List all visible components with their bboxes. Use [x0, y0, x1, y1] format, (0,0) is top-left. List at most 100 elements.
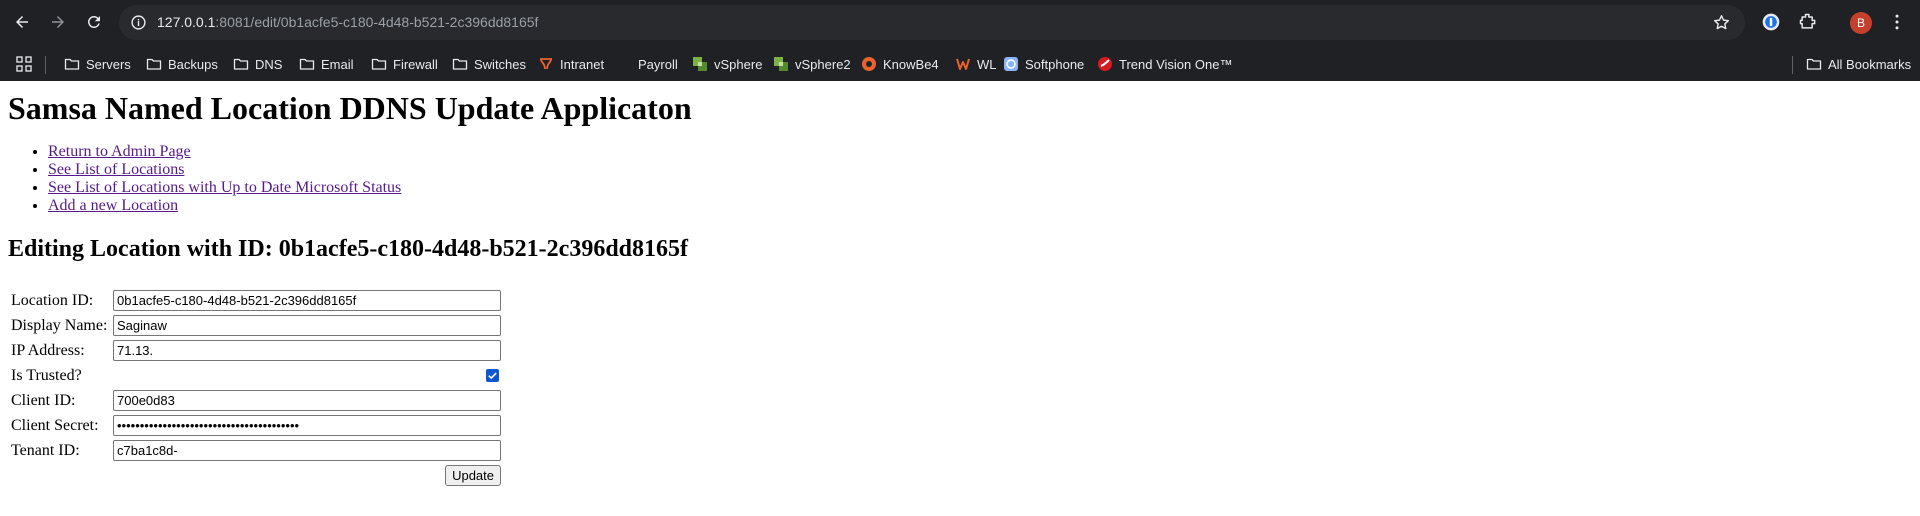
client-secret-field[interactable] [113, 415, 501, 436]
folder-icon [371, 58, 387, 70]
trend-icon [1098, 57, 1112, 71]
bookmark-label: WL [977, 56, 997, 72]
browser-menu-icon[interactable] [1886, 11, 1908, 33]
form-row: IP Address: [10, 339, 502, 362]
back-arrow-icon [16, 16, 28, 28]
location-id-field[interactable] [113, 290, 501, 311]
list-item: See List of Locations with Up to Date Mi… [48, 179, 1912, 197]
all-bookmarks-button[interactable]: All Bookmarks [1806, 54, 1911, 74]
is-trusted-checkbox[interactable] [486, 369, 499, 383]
folder-icon [233, 58, 249, 70]
client-secret-label: Client Secret: [11, 416, 99, 434]
url-path: :8081/edit/0b1acfe5-c180-4d48-b521-2c396… [215, 14, 539, 30]
bookmarks-divider [45, 56, 46, 74]
tenant-id-label: Tenant ID: [11, 441, 80, 459]
apps-grid-button[interactable] [16, 54, 38, 74]
forward-arrow-icon [52, 16, 64, 28]
bookmark-label: Trend Vision One™ [1119, 56, 1233, 72]
form-row: Display Name: [10, 314, 502, 337]
profile-avatar[interactable]: B [1850, 12, 1872, 34]
bookmark-label: Firewall [393, 56, 438, 72]
checkmark-icon [488, 372, 497, 380]
form-row: Is Trusted? [10, 364, 502, 387]
form-row: Update [10, 464, 502, 487]
bookmark-backups[interactable]: Backups [146, 54, 218, 74]
bookmark-wl[interactable]: WL [955, 54, 997, 74]
apps-grid-icon [16, 56, 32, 72]
extensions-icon[interactable] [1797, 11, 1819, 33]
browser-toolbar: 127.0.0.1:8081/edit/0b1acfe5-c180-4d48-b… [0, 0, 1920, 45]
forward-button[interactable] [43, 7, 73, 37]
vsphere-icon [693, 57, 707, 71]
knowbe4-icon [862, 57, 876, 71]
all-bookmarks-label: All Bookmarks [1828, 56, 1912, 72]
bookmark-label: Softphone [1025, 56, 1085, 72]
list-item: Add a new Location [48, 197, 1912, 215]
bookmark-knowbe4[interactable]: KnowBe4 [861, 54, 939, 74]
intranet-icon [540, 58, 552, 70]
bookmark-email[interactable]: Email [299, 54, 354, 74]
vsphere-icon [774, 57, 788, 71]
add-location-link[interactable]: Add a new Location [48, 197, 178, 214]
bookmark-payroll[interactable]: Payroll [638, 54, 678, 74]
ip-address-label: IP Address: [11, 341, 85, 359]
bookmark-dns[interactable]: DNS [233, 54, 282, 74]
bookmark-label: Switches [474, 56, 527, 72]
bookmark-label: vSphere2 [795, 56, 851, 72]
bookmark-firewall[interactable]: Firewall [371, 54, 438, 74]
list-locations-ms-status-link[interactable]: See List of Locations with Up to Date Mi… [48, 179, 401, 196]
bookmark-vsphere[interactable]: vSphere [692, 54, 762, 74]
bookmark-label: Servers [86, 56, 131, 72]
page-title: Samsa Named Location DDNS Update Applica… [8, 90, 692, 126]
bookmarks-bar: Servers Backups DNS Email Firewall Switc… [0, 45, 1920, 81]
display-name-label: Display Name: [11, 316, 108, 334]
bookmarks-divider [1792, 56, 1793, 74]
url-host: 127.0.0.1 [157, 14, 216, 30]
form-row: Client ID: [10, 389, 502, 412]
url-text[interactable]: 127.0.0.1:8081/edit/0b1acfe5-c180-4d48-b… [157, 14, 538, 30]
client-id-field[interactable] [113, 390, 501, 411]
nav-links: Return to Admin Page See List of Locatio… [8, 143, 1912, 215]
list-locations-link[interactable]: See List of Locations [48, 161, 184, 178]
password-manager-icon[interactable] [1760, 11, 1782, 33]
reload-icon [87, 15, 100, 28]
form-row: Client Secret: [10, 414, 502, 437]
bookmark-servers[interactable]: Servers [64, 54, 131, 74]
list-item: See List of Locations [48, 161, 1912, 179]
location-id-label: Location ID: [11, 291, 94, 309]
folder-icon [1806, 58, 1822, 70]
list-item: Return to Admin Page [48, 143, 1912, 161]
ip-address-field[interactable] [113, 340, 501, 361]
browser-chrome: 127.0.0.1:8081/edit/0b1acfe5-c180-4d48-b… [0, 0, 1920, 81]
wl-icon [956, 58, 970, 70]
form-table: Location ID: Display Name: IP Address: I… [8, 287, 504, 489]
bookmark-label: Intranet [560, 56, 605, 72]
folder-icon [452, 58, 468, 70]
folder-icon [64, 58, 80, 70]
return-to-admin-link[interactable]: Return to Admin Page [48, 143, 191, 160]
reload-button[interactable] [79, 7, 109, 37]
bookmark-switches[interactable]: Switches [452, 54, 526, 74]
folder-icon [146, 58, 162, 70]
form-row: Tenant ID: [10, 439, 502, 462]
bookmark-label: Payroll [638, 56, 678, 72]
update-button[interactable]: Update [445, 465, 501, 486]
tenant-id-field[interactable] [113, 440, 501, 461]
bookmark-softphone[interactable]: Softphone [1003, 54, 1084, 74]
bookmark-label: vSphere [714, 56, 763, 72]
bookmark-trend-vision-one[interactable]: Trend Vision One™ [1097, 54, 1232, 74]
site-info-icon[interactable] [130, 14, 147, 31]
bookmark-label: KnowBe4 [883, 56, 939, 72]
page-content: Samsa Named Location DDNS Update Applica… [0, 90, 1920, 489]
bookmark-label: Backups [168, 56, 218, 72]
bookmark-star-icon[interactable] [1712, 13, 1731, 32]
form-row: Location ID: [10, 289, 502, 312]
bookmark-label: DNS [255, 56, 283, 72]
address-bar[interactable]: 127.0.0.1:8081/edit/0b1acfe5-c180-4d48-b… [119, 5, 1745, 40]
back-button[interactable] [7, 7, 37, 37]
display-name-field[interactable] [113, 315, 501, 336]
bookmark-label: Email [321, 56, 354, 72]
bookmark-vsphere2[interactable]: vSphere2 [773, 54, 851, 74]
bookmark-intranet[interactable]: Intranet [538, 54, 604, 74]
is-trusted-label: Is Trusted? [11, 366, 82, 384]
